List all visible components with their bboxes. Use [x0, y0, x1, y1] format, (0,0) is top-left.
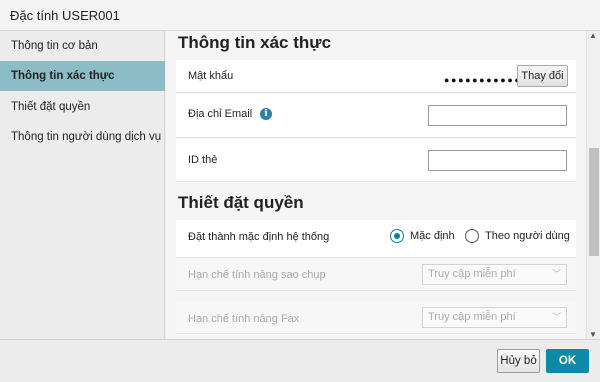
radio-per-user-label[interactable]: Theo người dùng [485, 230, 570, 242]
copy-restrict-row: Hạn chế tính năng sao chụp Truy cập miễn… [176, 259, 576, 291]
system-default-row: Đặt thành mặc định hệ thống Mặc định The… [176, 220, 576, 258]
cancel-button[interactable]: Hủy bỏ [497, 349, 540, 373]
perm-section-title: Thiết đặt quyền [178, 193, 304, 212]
fax-restrict-row: Hạn chế tính năng Fax Truy cập miễn phí … [176, 302, 576, 334]
chevron-down-icon: ﹀ [551, 269, 561, 279]
dialog-footer: Hủy bỏ OK [0, 339, 600, 382]
radio-default[interactable] [390, 229, 404, 243]
radio-per-user[interactable] [465, 229, 479, 243]
copy-restrict-select: Truy cập miễn phí ﹀ [422, 264, 567, 285]
dialog-titlebar: Đặc tính USER001 [0, 0, 600, 31]
sidebar-item-service-user-info[interactable]: Thông tin người dùng dịch vụ [0, 122, 165, 152]
system-default-label: Đặt thành mặc định hệ thống [188, 231, 330, 243]
sidebar: Thông tin cơ bản Thông tin xác thực Thiế… [0, 31, 165, 339]
dialog-title: Đặc tính USER001 [10, 8, 120, 23]
fax-restrict-label: Hạn chế tính năng Fax [188, 313, 300, 325]
scrollbar-thumb[interactable] [589, 148, 599, 256]
auth-section-title: Thông tin xác thực [178, 33, 332, 52]
email-field[interactable] [428, 105, 567, 126]
password-row: Mật khẩu ●●●●●●●●●●●● Thay đổi [176, 60, 576, 93]
email-label: Địa chỉ Email [188, 108, 253, 120]
info-icon[interactable]: i [260, 108, 272, 120]
card-id-label: ID thẻ [188, 154, 218, 166]
password-masked-value: ●●●●●●●●●●●● [444, 75, 529, 85]
radio-default-label[interactable]: Mặc định [410, 230, 455, 242]
sidebar-item-basic-info[interactable]: Thông tin cơ bản [0, 31, 165, 61]
fax-restrict-value: Truy cập miễn phí [428, 311, 516, 323]
ok-button[interactable]: OK [546, 349, 589, 373]
scroll-up-icon[interactable]: ▲ [589, 31, 597, 40]
copy-restrict-value: Truy cập miễn phí [428, 268, 516, 280]
copy-restrict-label: Hạn chế tính năng sao chụp [188, 269, 326, 281]
vertical-scrollbar[interactable]: ▲ ▼ [586, 31, 600, 339]
content-panel: Thông tin xác thực Mật khẩu ●●●●●●●●●●●●… [166, 31, 586, 339]
sidebar-item-permissions[interactable]: Thiết đặt quyền [0, 92, 165, 122]
chevron-down-icon: ﹀ [551, 312, 561, 322]
fax-restrict-select: Truy cập miễn phí ﹀ [422, 307, 567, 328]
email-row: Địa chỉ Email i [176, 94, 576, 138]
card-id-field[interactable] [428, 150, 567, 171]
change-password-button[interactable]: Thay đổi [517, 65, 568, 87]
scroll-down-icon[interactable]: ▼ [589, 330, 597, 339]
password-label: Mật khẩu [188, 70, 234, 82]
card-id-row: ID thẻ [176, 139, 576, 182]
sidebar-item-auth-info[interactable]: Thông tin xác thực [0, 61, 165, 91]
